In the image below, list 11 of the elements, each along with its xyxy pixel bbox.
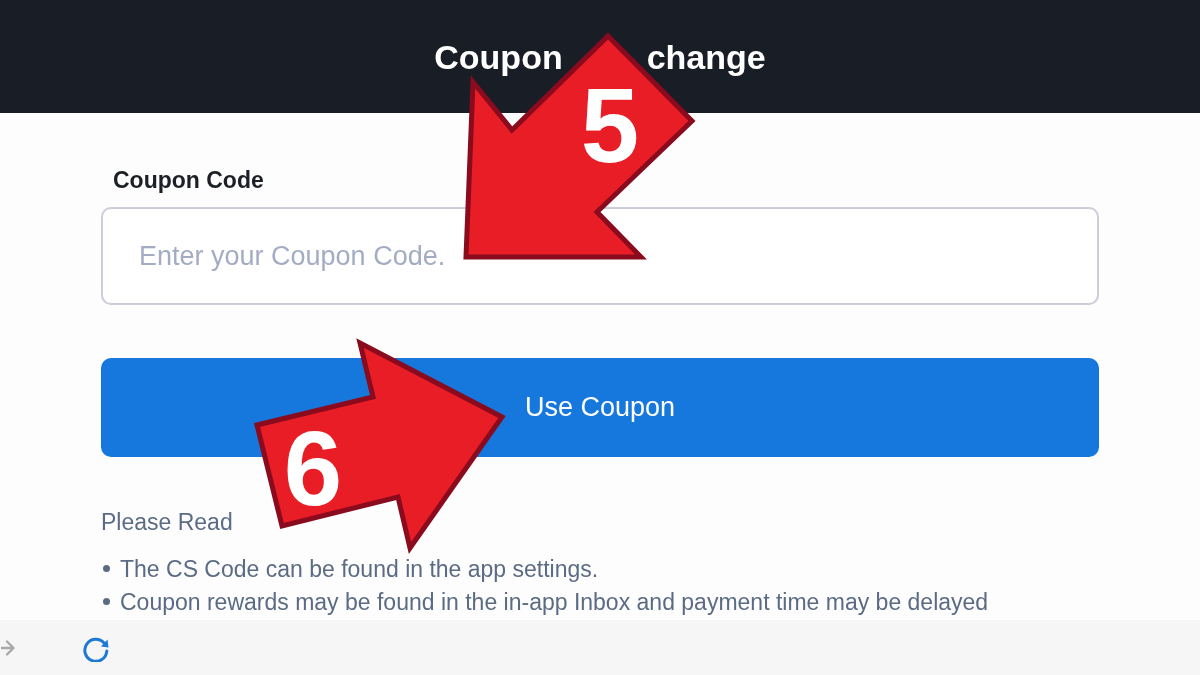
- page-title: change: [646, 36, 766, 77]
- notice-text: The CS Code can be found in the app settings.: [120, 554, 599, 583]
- field-label: Coupon Code: [113, 166, 264, 194]
- notice-heading: Please Read: [101, 508, 233, 537]
- bullet-icon: [103, 565, 110, 572]
- notice-text: Coupon rewards may be found in the in-app Inbox and payment time may be delayed: [120, 587, 989, 616]
- forward-icon[interactable]: [1, 639, 15, 656]
- step-number: 5: [580, 67, 640, 184]
- page-title: Coupon: [434, 36, 563, 77]
- bullet-icon: [103, 598, 110, 605]
- coupon-code-field[interactable]: Enter your Coupon Code.: [101, 207, 1099, 305]
